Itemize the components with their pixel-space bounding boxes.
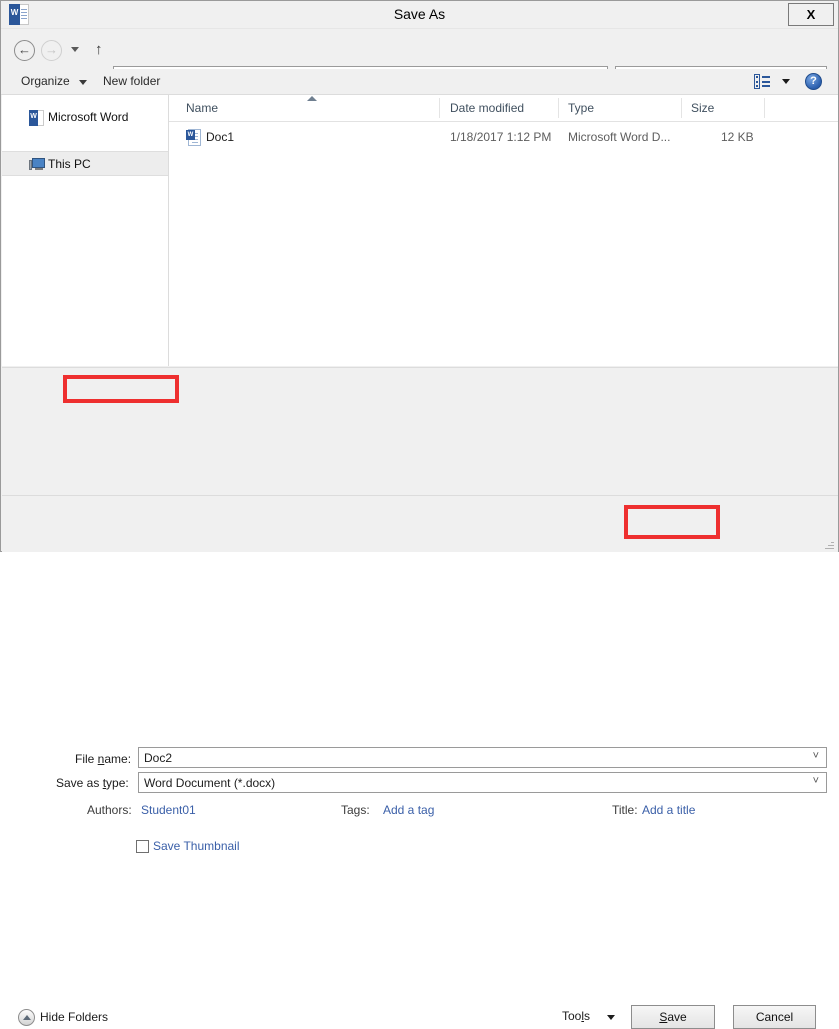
- column-divider[interactable]: [558, 98, 559, 118]
- authors-value[interactable]: Student01: [141, 803, 196, 817]
- tags-label: Tags:: [341, 803, 370, 817]
- file-name-label: File name:: [75, 752, 131, 766]
- save-as-type-label: Save as type:: [56, 776, 129, 790]
- cancel-button[interactable]: Cancel: [733, 1005, 816, 1029]
- chevron-down-icon[interactable]: ˅: [813, 775, 819, 787]
- title-add-link[interactable]: Add a title: [642, 803, 695, 817]
- new-folder-button[interactable]: New folder: [103, 74, 160, 88]
- command-toolbar: Organize New folder ?: [1, 69, 838, 95]
- title-bar: W Save As X: [1, 1, 838, 29]
- tools-chevron-down-icon[interactable]: [607, 1015, 615, 1020]
- sidebar-item-label: This PC: [48, 157, 91, 171]
- cell-type: Microsoft Word D...: [568, 130, 670, 144]
- save-button[interactable]: Save: [631, 1005, 715, 1029]
- close-button[interactable]: X: [788, 3, 834, 26]
- cell-size: 12 KB: [721, 130, 754, 144]
- tools-button[interactable]: Tools: [562, 1009, 590, 1023]
- navigation-bar: ← → ↑ ▶This PC▶C on IT-L▶My Files ˅ ↻: [1, 29, 838, 68]
- sidebar-item-microsoft-word[interactable]: W Microsoft Word: [2, 105, 168, 130]
- column-divider[interactable]: [439, 98, 440, 118]
- dialog-footer: Hide Folders Tools Save Cancel: [2, 495, 838, 552]
- column-header-row: Name Date modified Type Size: [169, 95, 838, 122]
- column-divider[interactable]: [764, 98, 765, 118]
- back-arrow-icon[interactable]: ←: [14, 40, 35, 61]
- save-thumbnail-label[interactable]: Save Thumbnail: [153, 839, 240, 853]
- tags-add-link[interactable]: Add a tag: [383, 803, 434, 817]
- authors-label: Authors:: [87, 803, 132, 817]
- word-document-icon: W: [186, 129, 201, 146]
- cell-date-modified: 1/18/2017 1:12 PM: [450, 130, 551, 144]
- recent-locations-chevron-down-icon[interactable]: [71, 47, 79, 52]
- up-arrow-icon[interactable]: ↑: [95, 41, 103, 59]
- organize-chevron-down-icon[interactable]: [79, 80, 87, 85]
- save-as-type-value: Word Document (*.docx): [144, 776, 275, 790]
- organize-button[interactable]: Organize: [21, 74, 70, 88]
- view-options-chevron-down-icon[interactable]: [782, 79, 790, 84]
- sidebar-item-label: Microsoft Word: [48, 110, 128, 124]
- title-label: Title:: [612, 803, 638, 817]
- table-row[interactable]: W Doc1 1/18/2017 1:12 PM Microsoft Word …: [169, 127, 838, 149]
- page-title: Save As: [1, 6, 838, 22]
- hide-folders-button[interactable]: Hide Folders: [40, 1010, 108, 1024]
- navigation-pane: W Microsoft Word This PC: [2, 95, 169, 366]
- column-header-type[interactable]: Type: [568, 101, 594, 115]
- column-divider[interactable]: [681, 98, 682, 118]
- forward-arrow-icon: →: [41, 40, 62, 61]
- help-icon[interactable]: ?: [805, 73, 822, 90]
- file-name-value: Doc2: [144, 751, 172, 765]
- column-header-name[interactable]: Name: [186, 101, 218, 115]
- cell-name: Doc1: [206, 130, 234, 144]
- this-pc-icon: [29, 157, 46, 172]
- save-as-dialog: W Save As X ← → ↑ ▶This PC▶C on IT-L▶My …: [0, 0, 839, 552]
- sidebar-item-this-pc[interactable]: This PC: [2, 151, 168, 176]
- resize-grip[interactable]: [824, 539, 834, 549]
- chevron-down-icon[interactable]: ˅: [813, 750, 819, 762]
- save-form-area: File name: Doc2 ˅ Save as type: Word Doc…: [2, 367, 838, 496]
- sort-ascending-icon: [307, 96, 317, 101]
- column-header-size[interactable]: Size: [691, 101, 714, 115]
- save-as-type-field[interactable]: Word Document (*.docx) ˅: [138, 772, 827, 793]
- column-header-date-modified[interactable]: Date modified: [450, 101, 524, 115]
- list-view-icon[interactable]: [754, 74, 770, 89]
- word-icon: W: [29, 110, 44, 126]
- save-thumbnail-checkbox[interactable]: [136, 840, 149, 853]
- file-name-field[interactable]: Doc2 ˅: [138, 747, 827, 768]
- file-list-pane: Name Date modified Type Size W Doc1 1/18…: [169, 95, 838, 366]
- collapse-up-icon[interactable]: [18, 1009, 35, 1026]
